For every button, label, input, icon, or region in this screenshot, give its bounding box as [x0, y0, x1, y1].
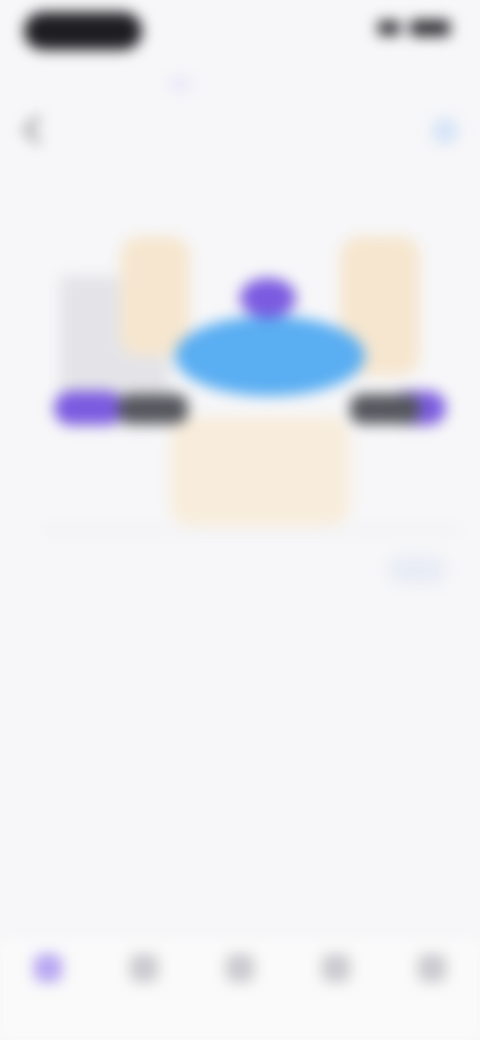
metric-cell — [10, 706, 150, 712]
chart-dark-right — [350, 394, 420, 424]
metric-cell — [170, 782, 310, 788]
chart-svg — [40, 236, 460, 531]
promo-card-2[interactable] — [260, 848, 460, 862]
nav-item-4[interactable] — [301, 954, 371, 988]
chart-purple-top — [240, 278, 296, 318]
info-icon[interactable] — [432, 118, 458, 144]
metrics-top — [0, 620, 480, 624]
tab-1[interactable] — [50, 78, 70, 90]
nav-item-home[interactable] — [13, 954, 83, 988]
chart — [0, 206, 480, 552]
battery-icon — [410, 20, 450, 36]
tab-3[interactable] — [290, 78, 310, 90]
chart-toggle-button[interactable] — [388, 556, 446, 584]
chart-peach-left — [120, 236, 190, 356]
chart-purple-left — [54, 391, 124, 425]
promo-row — [0, 848, 480, 862]
blurred-content — [0, 0, 480, 1040]
profile-icon — [418, 954, 446, 982]
metric-cell — [10, 782, 150, 788]
metrics-grid-row-1 — [0, 706, 480, 712]
dynamic-island — [24, 12, 142, 50]
subtitle-row — [0, 112, 480, 146]
bottom-nav — [0, 940, 480, 1040]
chart-icon — [226, 954, 254, 982]
tab-2[interactable] — [170, 78, 190, 90]
chart-peach-bottom — [170, 416, 350, 526]
tab-4[interactable] — [410, 78, 430, 90]
promo-card-1[interactable] — [20, 848, 220, 862]
metric-cell — [330, 782, 470, 788]
top-tabs — [0, 66, 480, 102]
nav-item-5[interactable] — [397, 954, 467, 988]
status-icons — [378, 20, 450, 36]
signal-icon — [378, 21, 400, 35]
nav-item-3[interactable] — [205, 954, 275, 988]
status-bar — [0, 0, 480, 60]
metrics-grid-row-2 — [0, 782, 480, 788]
app-screen — [0, 0, 480, 1040]
calendar-icon — [130, 954, 158, 982]
list-icon — [322, 954, 350, 982]
home-icon — [34, 954, 62, 982]
nav-item-2[interactable] — [109, 954, 179, 988]
metric-cell — [170, 706, 310, 712]
metric-cell — [330, 706, 470, 712]
chart-blue-band — [175, 316, 365, 396]
back-icon[interactable] — [23, 115, 53, 145]
chart-dark-left — [118, 394, 188, 424]
